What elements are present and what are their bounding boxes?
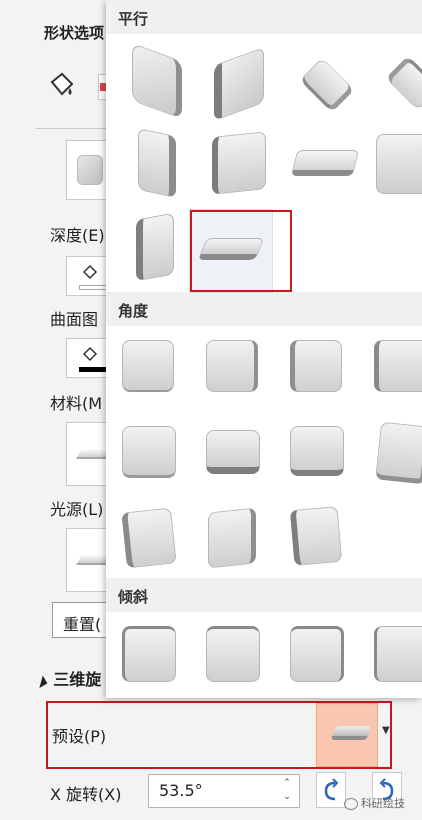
preset-off-axis-1-top[interactable] bbox=[286, 124, 370, 208]
depth-label: 深度(E) bbox=[50, 226, 105, 245]
rotation-section-header[interactable]: ◢ 三维旋 bbox=[33, 666, 102, 690]
wechat-icon bbox=[344, 798, 358, 810]
preset-off-axis-1-right[interactable] bbox=[202, 124, 286, 208]
contour-color-swatch bbox=[79, 367, 107, 372]
x-rotation-input[interactable]: 53.5° ⌃ ⌄ bbox=[148, 774, 300, 808]
preset-row-highlight: 预设(P) ▼ bbox=[46, 701, 392, 769]
chevron-down-icon[interactable]: ▼ bbox=[382, 725, 390, 736]
preset-preview-icon bbox=[330, 726, 372, 740]
rotate-left-icon bbox=[324, 778, 339, 801]
preset-off-axis-2-left[interactable] bbox=[370, 124, 422, 208]
x-rotation-value: 53.5° bbox=[159, 781, 203, 800]
paint-bucket-icon bbox=[82, 346, 98, 362]
preset-isometric-left-down[interactable] bbox=[118, 42, 202, 126]
material-button[interactable] bbox=[66, 422, 112, 486]
preset-perspective-above-2[interactable] bbox=[286, 420, 370, 504]
preset-perspective-left-2[interactable] bbox=[116, 420, 200, 504]
preset-isometric-top-up[interactable] bbox=[286, 42, 370, 126]
preset-oblique-top-left[interactable] bbox=[116, 620, 200, 698]
section-header-perspective: 角度 bbox=[106, 292, 422, 326]
preset-perspective-right-2[interactable] bbox=[370, 418, 422, 502]
fill-line-icon[interactable] bbox=[46, 70, 76, 100]
preset-perspective-heroic-right[interactable] bbox=[202, 502, 286, 586]
rotate-left-button[interactable] bbox=[316, 772, 346, 808]
preset-perspective-above[interactable] bbox=[370, 334, 422, 418]
spin-down-icon[interactable]: ⌄ bbox=[281, 792, 293, 804]
preset-isometric-right-up[interactable] bbox=[202, 42, 286, 126]
selected-preset-highlight bbox=[190, 210, 292, 292]
preset-oblique-left[interactable] bbox=[370, 620, 422, 698]
depth-color-button[interactable] bbox=[66, 256, 108, 296]
preset-off-axis-1-left[interactable] bbox=[118, 124, 202, 208]
watermark: 科研绘技 bbox=[344, 795, 405, 811]
preset-perspective-below-2[interactable] bbox=[202, 420, 286, 504]
depth-color-swatch bbox=[79, 285, 107, 290]
rotation-section-title: 三维旋 bbox=[53, 670, 102, 689]
preset-isometric-top-down[interactable] bbox=[370, 42, 422, 126]
collapse-caret-icon: ◢ bbox=[33, 672, 49, 690]
preset-perspective-left[interactable] bbox=[116, 334, 200, 418]
preset-label: 预设(P) bbox=[52, 727, 107, 746]
preset-perspective-right[interactable] bbox=[202, 334, 286, 418]
material-label: 材料(M bbox=[50, 394, 103, 413]
preset-oblique-top[interactable] bbox=[202, 620, 286, 698]
contour-color-button[interactable] bbox=[66, 338, 108, 378]
rotation-preset-gallery: 平行 角度 倾斜 bbox=[106, 0, 422, 698]
watermark-text: 科研绘技 bbox=[361, 797, 405, 810]
pane-title[interactable]: 形状选项 bbox=[44, 22, 104, 43]
preset-perspective-relaxed[interactable] bbox=[286, 502, 370, 586]
preset-perspective-below[interactable] bbox=[286, 334, 370, 418]
contour-label: 曲面图 bbox=[50, 310, 99, 329]
top-bevel-button[interactable] bbox=[66, 140, 108, 200]
spin-up-icon[interactable]: ⌃ bbox=[281, 778, 293, 790]
lighting-button[interactable] bbox=[66, 528, 112, 592]
section-header-parallel: 平行 bbox=[106, 0, 422, 34]
paint-bucket-icon bbox=[82, 264, 98, 280]
pane-divider bbox=[36, 128, 116, 129]
lighting-label: 光源(L) bbox=[50, 500, 104, 519]
preset-button[interactable] bbox=[316, 703, 378, 767]
preset-perspective-heroic-left[interactable] bbox=[116, 502, 200, 586]
preset-oblique-top-right[interactable] bbox=[286, 620, 370, 698]
bevel-preview-icon bbox=[77, 155, 103, 185]
x-rotation-label: X 旋转(X) bbox=[50, 785, 122, 804]
